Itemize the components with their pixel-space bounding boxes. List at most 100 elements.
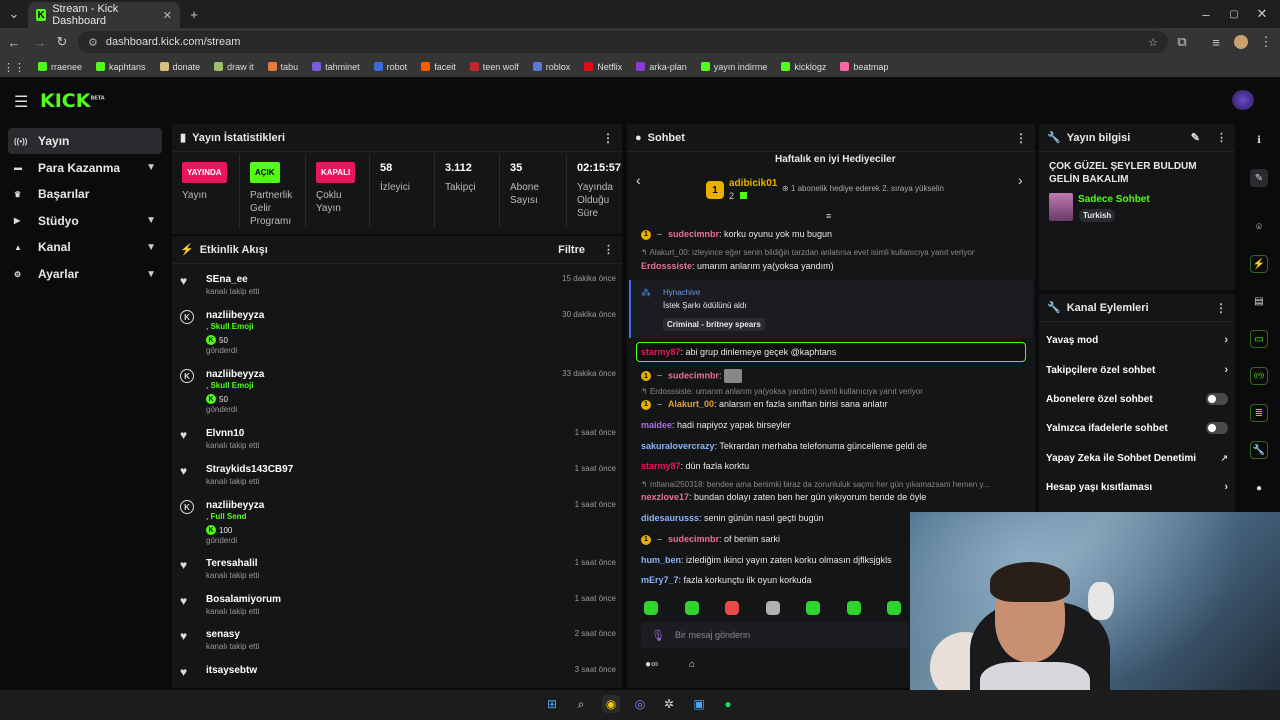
channel-action-item[interactable]: Yapay Zeka ile Sohbet Denetimi ↗ [1046, 449, 1228, 467]
channel-action-item[interactable]: Yalnızca ifadelerle sohbet [1046, 419, 1228, 437]
toggle-switch[interactable] [1206, 393, 1228, 405]
chevron-down-icon[interactable]: ▼ [146, 242, 156, 253]
chat-username[interactable]: sakuralovercrazy [641, 441, 715, 451]
channel-action-item[interactable]: Hesap yaşı kısıtlaması › [1046, 478, 1228, 496]
event-username[interactable]: itsaysebtw [206, 665, 257, 676]
browser-tab[interactable]: K Stream - Kick Dashboard ✕ [28, 2, 180, 28]
chat-username[interactable]: starmy87 [641, 461, 681, 471]
emote-icon[interactable] [725, 601, 739, 615]
event-username[interactable]: SEna_ee [206, 274, 248, 285]
reading-list-icon[interactable]: ≡ [1206, 32, 1226, 52]
emote-icon[interactable] [765, 601, 780, 615]
tab-close-icon[interactable]: ✕ [163, 9, 172, 22]
sidebar-item[interactable]: ▲ Kanal ▼ [8, 234, 162, 260]
apps-grid-icon[interactable]: ⋮⋮ [3, 57, 25, 77]
reward-user[interactable]: Hynachive [663, 288, 700, 297]
bookmark-item[interactable]: robot [368, 62, 414, 72]
chat-rail-icon[interactable]: ▭ [1250, 330, 1268, 348]
event-username[interactable]: Elvnn10 [206, 428, 244, 439]
event-username[interactable]: Teresahalil [206, 558, 258, 569]
reload-icon[interactable]: ↻ [52, 32, 72, 52]
minimize-icon[interactable]: – [1196, 4, 1216, 24]
chat-input[interactable]: 🎙 Bir mesaj gönderin [641, 622, 909, 648]
bookmark-item[interactable]: draw it [208, 62, 260, 72]
chat-username[interactable]: sudecimnbr [668, 534, 719, 544]
url-field[interactable]: ⚙ dashboard.kick.com/stream ☆ [78, 31, 1168, 53]
chat-username[interactable]: starmy87 [641, 347, 681, 357]
toggle-switch[interactable] [1206, 422, 1228, 434]
document-icon[interactable]: ▤ [1250, 292, 1268, 310]
chat-username[interactable]: didesaurusss [641, 513, 699, 523]
camera-icon[interactable]: ⌾ [1250, 218, 1268, 236]
bookmark-item[interactable]: roblox [527, 62, 577, 72]
info-icon[interactable]: ℹ [1250, 131, 1268, 149]
filter-button[interactable]: Filtre [558, 244, 585, 256]
emote-icon[interactable] [684, 601, 699, 615]
back-icon[interactable]: ← [4, 32, 24, 52]
pinned-toggle-icon[interactable]: ≡ [826, 211, 831, 221]
category-link[interactable]: Sadece Sohbet [1078, 194, 1150, 205]
photos-taskbar-icon[interactable]: ▣ [690, 695, 708, 713]
emote-icon[interactable] [846, 601, 861, 615]
taskbar-search-icon[interactable]: ⌕ [572, 695, 590, 713]
channel-action-item[interactable]: Abonelere özel sohbet [1046, 390, 1228, 408]
chevron-down-icon[interactable]: ▼ [146, 215, 156, 226]
event-username[interactable]: nazliibeyyza [206, 310, 264, 321]
bookmark-item[interactable]: Netflix [578, 62, 628, 72]
chat-username[interactable]: Alakurt_00 [668, 399, 714, 409]
chat-tools-icon[interactable]: ●∞ [645, 659, 658, 670]
event-username[interactable]: Straykids143CB97 [206, 464, 293, 475]
broadcast-rail-icon[interactable]: ((•)) [1250, 367, 1268, 385]
external-link-icon[interactable]: ↗ [1220, 453, 1228, 464]
sidebar-item[interactable]: ▶ Stüdyo ▼ [8, 208, 162, 234]
event-username[interactable]: nazliibeyyza [206, 500, 264, 511]
site-info-icon[interactable]: ⚙ [88, 36, 98, 49]
sidebar-item[interactable]: ((•)) Yayın [8, 128, 162, 154]
profile-avatar[interactable] [1234, 35, 1248, 49]
discord-taskbar-icon[interactable]: ◎ [631, 695, 649, 713]
bookmark-item[interactable]: tabu [262, 62, 305, 72]
emote-icon[interactable] [806, 601, 820, 615]
gifters-next-icon[interactable]: › [1018, 172, 1023, 188]
activity-menu-icon[interactable]: ⋮ [603, 243, 614, 256]
bookmark-star-icon[interactable]: ☆ [1148, 36, 1158, 49]
event-username[interactable]: nazliibeyyza [206, 369, 264, 380]
bookmark-item[interactable]: faceit [415, 62, 462, 72]
edit-info-icon[interactable]: ✎ [1191, 131, 1200, 144]
chat-username[interactable]: hum_ben [641, 555, 681, 565]
sidebar-item[interactable]: ▬ Para Kazanma ▼ [8, 155, 162, 181]
chat-menu-icon[interactable]: ⋮ [1015, 131, 1027, 145]
extensions-icon[interactable]: ⧉ [1172, 32, 1192, 52]
channel-action-item[interactable]: Takipçilere özel sohbet › [1046, 361, 1228, 379]
chevron-down-icon[interactable]: ▼ [146, 162, 156, 173]
emote-icon[interactable] [887, 601, 901, 615]
gifters-prev-icon[interactable]: ‹ [636, 172, 641, 188]
bookmark-item[interactable]: kicklogz [775, 62, 832, 72]
bookmark-item[interactable]: tahminet [306, 62, 366, 72]
chevron-right-icon[interactable]: › [1224, 481, 1228, 493]
top-gifter-name[interactable]: adibicik01 [729, 178, 777, 189]
event-username[interactable]: senasy [206, 629, 240, 640]
store-icon[interactable]: ⌂ [689, 659, 695, 670]
sidebar-item[interactable]: ♛ Başarılar [8, 181, 162, 207]
bookmark-item[interactable]: arka-plan [630, 62, 693, 72]
spotify-taskbar-icon[interactable]: ● [719, 695, 737, 713]
chevron-down-icon[interactable]: ▼ [146, 269, 156, 280]
chat-username[interactable]: mEry7_7 [641, 575, 679, 585]
new-tab-icon[interactable]: + [184, 4, 204, 24]
bookmark-item[interactable]: kaphtans [90, 62, 152, 72]
windows-start-icon[interactable]: ⊞ [543, 695, 561, 713]
maximize-icon[interactable]: ▢ [1224, 4, 1244, 24]
bookmark-item[interactable]: yayın indirme [695, 62, 774, 72]
forward-icon[interactable]: → [30, 32, 50, 52]
close-window-icon[interactable]: ✕ [1252, 4, 1272, 24]
browser-menu-icon[interactable]: ⋮ [1256, 32, 1276, 52]
edit-mode-icon[interactable]: ✎ [1250, 169, 1268, 187]
chevron-right-icon[interactable]: › [1224, 334, 1228, 346]
stack-icon[interactable]: ≣ [1250, 404, 1268, 422]
stats-menu-icon[interactable]: ⋮ [602, 131, 614, 145]
tool-rail-icon[interactable]: 🔧 [1250, 441, 1268, 459]
category-thumbnail[interactable] [1049, 193, 1073, 221]
chat-username[interactable]: sudecimnbr [668, 229, 719, 239]
chat-username[interactable]: nexzlove17 [641, 492, 689, 502]
